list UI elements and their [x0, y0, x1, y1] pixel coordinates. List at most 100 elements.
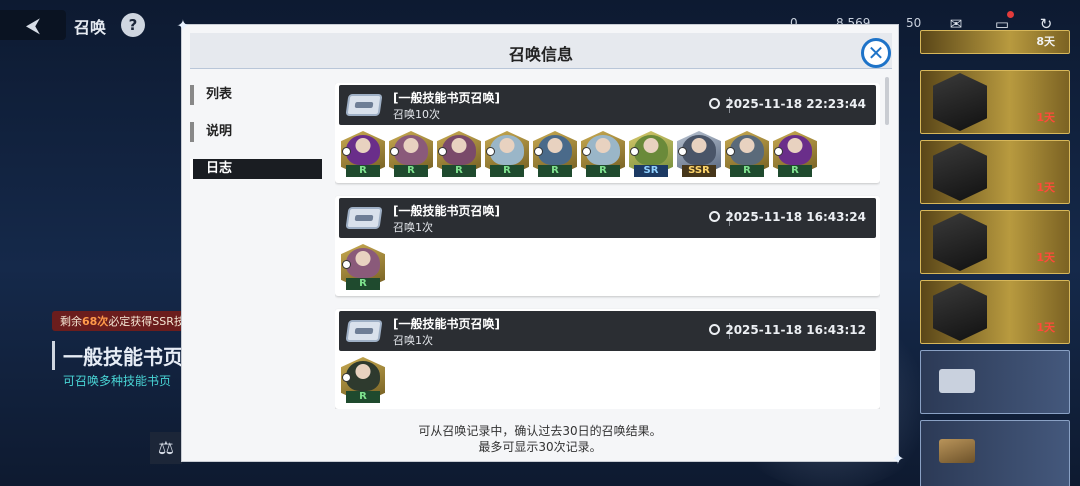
character-portrait — [634, 135, 668, 165]
rarity-label: R — [778, 165, 812, 177]
days-remaining: 1天 — [1036, 251, 1055, 264]
log-entry-header: [一般技能书页召唤] 召唤1次 2025-11-18 16:43:24 — [339, 198, 876, 238]
summon-result-card[interactable]: R — [341, 357, 385, 403]
tab-description[interactable]: 说明 — [190, 122, 320, 142]
scrollbar[interactable] — [885, 77, 889, 125]
banner-card[interactable] — [920, 420, 1070, 486]
log-entry: [一般技能书页召唤] 召唤1次 2025-11-18 16:43:24 R — [335, 196, 880, 296]
rarity-label: SSR — [682, 165, 716, 177]
character-portrait — [538, 135, 572, 165]
character-portrait — [778, 135, 812, 165]
banner-card[interactable]: 1天 — [920, 140, 1070, 204]
summon-result-card[interactable]: SR — [629, 131, 673, 177]
skill-page-icon — [345, 94, 383, 116]
dialog-title: 召唤信息 — [508, 45, 573, 64]
tab-list[interactable]: 列表 — [190, 85, 320, 105]
help-button[interactable]: ? — [121, 13, 145, 37]
character-portrait — [346, 135, 380, 165]
resource-count: 50 — [906, 16, 922, 30]
attribute-icon — [342, 373, 351, 382]
banner-card[interactable]: 1天 — [920, 70, 1070, 134]
summon-result-card[interactable]: R — [485, 131, 529, 177]
back-arrow-icon: ⮜ — [25, 13, 41, 37]
character-portrait — [682, 135, 716, 165]
rarity-label: R — [394, 165, 428, 177]
banner-card[interactable]: 1天 — [920, 280, 1070, 344]
summon-result-card[interactable]: R — [773, 131, 817, 177]
summon-log-list: [一般技能书页召唤] 召唤10次 2025-11-18 22:23:44 RRR… — [335, 83, 880, 409]
summon-name: [一般技能书页召唤] — [393, 317, 500, 331]
attribute-icon — [582, 147, 591, 156]
days-remaining: 1天 — [1036, 321, 1055, 334]
summon-count: 召唤10次 — [393, 108, 440, 121]
character-portrait — [933, 283, 987, 341]
character-portrait — [346, 248, 380, 278]
summon-time: 2025-11-18 16:43:12 — [709, 323, 866, 337]
rarity-label: R — [730, 165, 764, 177]
rarity-label: R — [346, 278, 380, 290]
summon-result-card[interactable]: SSR — [677, 131, 721, 177]
log-entry: [一般技能书页召唤] 召唤1次 2025-11-18 16:43:12 R — [335, 309, 880, 409]
summon-name: [一般技能书页召唤] — [393, 204, 500, 218]
rarity-label: R — [346, 165, 380, 177]
rates-button[interactable]: ⚖ — [150, 432, 182, 464]
rarity-label: R — [586, 165, 620, 177]
rarity-label: SR — [634, 165, 668, 177]
banner-card[interactable] — [920, 350, 1070, 414]
summon-result-card[interactable]: R — [725, 131, 769, 177]
attribute-icon — [342, 147, 351, 156]
log-entry-header: [一般技能书页召唤] 召唤1次 2025-11-18 16:43:12 — [339, 311, 876, 351]
attribute-icon — [630, 147, 639, 156]
days-remaining: 1天 — [1036, 181, 1055, 194]
back-button[interactable]: ⮜ — [0, 10, 66, 40]
character-portrait — [346, 361, 380, 391]
banner-card[interactable]: 1天 — [920, 210, 1070, 274]
character-portrait — [586, 135, 620, 165]
summon-result-card[interactable]: R — [437, 131, 481, 177]
summon-count: 召唤1次 — [393, 221, 433, 234]
skill-page-icon — [939, 369, 975, 393]
rarity-label: R — [346, 391, 380, 403]
attribute-icon — [678, 147, 687, 156]
sparkle-icon: ✦ — [176, 16, 190, 35]
rarity-label: R — [442, 165, 476, 177]
days-remaining: 8天 — [1036, 35, 1055, 48]
log-entry: [一般技能书页召唤] 召唤10次 2025-11-18 22:23:44 RRR… — [335, 83, 880, 183]
character-portrait — [730, 135, 764, 165]
attribute-icon — [486, 147, 495, 156]
days-remaining: 1天 — [1036, 111, 1055, 124]
attribute-icon — [534, 147, 543, 156]
pity-counter: 剩余68次必定获得SSR技 — [52, 311, 193, 331]
attribute-icon — [774, 147, 783, 156]
summon-result-card[interactable]: R — [341, 131, 385, 177]
summon-result-card[interactable]: R — [581, 131, 625, 177]
page-title: 召唤 — [74, 18, 107, 37]
scale-icon: ⚖ — [157, 437, 175, 459]
character-portrait — [394, 135, 428, 165]
rarity-label: R — [490, 165, 524, 177]
summon-name: [一般技能书页召唤] — [393, 91, 500, 105]
footer-line: 最多可显示30次记录。 — [478, 440, 602, 454]
clock-icon — [709, 211, 721, 222]
skill-page-icon — [345, 207, 383, 229]
summon-result-card[interactable]: R — [533, 131, 577, 177]
clock-icon — [709, 98, 721, 109]
footer-line: 可从召唤记录中，确认过去30日的召唤结果。 — [418, 424, 662, 438]
clock-icon — [709, 324, 721, 335]
skill-page-icon — [345, 320, 383, 342]
attribute-icon — [390, 147, 399, 156]
attribute-icon — [726, 147, 735, 156]
character-portrait — [933, 73, 987, 131]
summon-result-card[interactable]: R — [389, 131, 433, 177]
rarity-label: R — [538, 165, 572, 177]
character-portrait — [933, 143, 987, 201]
result-row: R — [341, 244, 385, 290]
summon-result-card[interactable]: R — [341, 244, 385, 290]
banner-card[interactable]: 8天 — [920, 30, 1070, 54]
tab-log[interactable]: 日志 — [190, 159, 322, 179]
dialog-header: 召唤信息 — [190, 33, 892, 69]
character-portrait — [933, 213, 987, 271]
close-button[interactable]: ✕ — [861, 38, 891, 68]
character-portrait — [442, 135, 476, 165]
attribute-icon — [438, 147, 447, 156]
